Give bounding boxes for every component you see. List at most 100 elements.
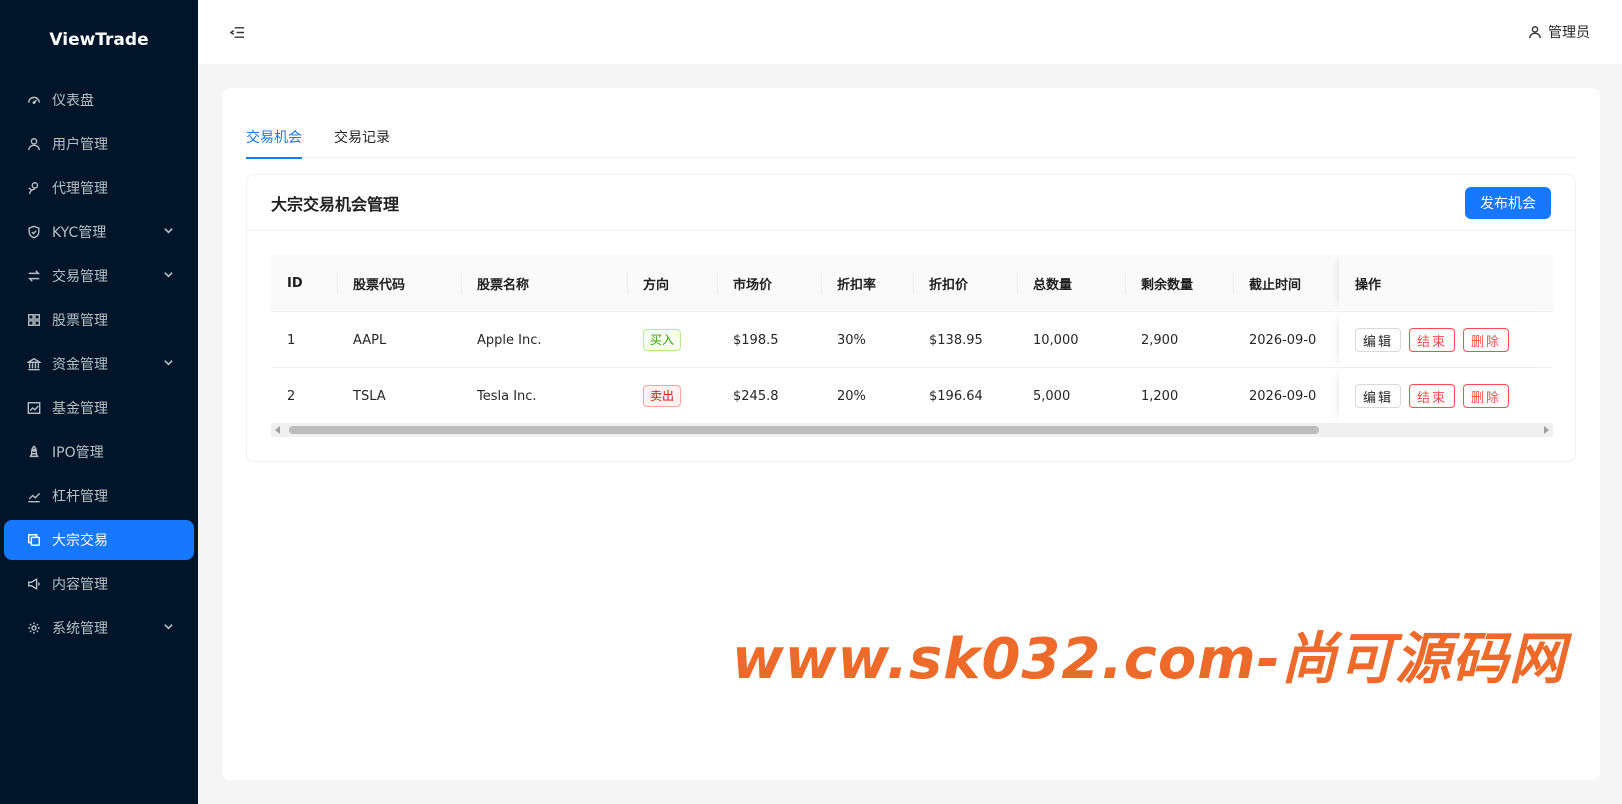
sidebar-item-10[interactable]: 大宗交易 [4,520,194,560]
cell-name: Apple Inc. [477,332,542,348]
cell-direction: 买入 [627,312,717,368]
opportunity-panel: 大宗交易机会管理 发布机会 ID 股票代码 股票名称 方向 市场价 折扣率 折扣… [246,174,1576,462]
opportunity-table: ID 股票代码 股票名称 方向 市场价 折扣率 折扣价 总数量 剩余数量 截止时… [271,255,1553,439]
swap-icon [26,268,42,284]
grid-icon [26,312,42,328]
sidebar-item-label: IPO管理 [52,445,104,461]
rocket-icon [26,444,42,460]
sidebar-item-12[interactable]: 系统管理 [4,608,194,648]
sidebar-item-label: 仪表盘 [52,93,94,109]
col-header-total-qty: 总数量 [1017,255,1125,311]
chevron-down-icon[interactable] [163,268,174,284]
cell-discount-rate: 30% [837,332,866,348]
sidebar-item-11[interactable]: 内容管理 [4,564,194,604]
sidebar-item-label: 基金管理 [52,401,108,417]
cell-direction: 卖出 [627,368,717,424]
sidebar-item-6[interactable]: 资金管理 [4,344,194,384]
user-name: 管理员 [1548,25,1590,41]
cell-code: TSLA [353,388,386,404]
col-header-id: ID [287,275,303,291]
sidebar-item-9[interactable]: 杠杆管理 [4,476,194,516]
delete-button[interactable]: 删除 [1463,384,1510,408]
cell-total-qty: 10,000 [1033,332,1079,348]
scroll-right-arrow-icon[interactable] [1539,423,1553,437]
sidebar-item-label: 代理管理 [52,181,108,197]
sidebar-item-0[interactable]: 仪表盘 [4,80,194,120]
edit-button[interactable]: 编辑 [1355,384,1402,408]
sidebar-item-2[interactable]: 代理管理 [4,168,194,208]
sidebar-item-5[interactable]: 股票管理 [4,300,194,340]
sidebar-item-3[interactable]: KYC管理 [4,212,194,252]
dashboard-icon [26,92,42,108]
sidebar-item-1[interactable]: 用户管理 [4,124,194,164]
cell-discount-rate: 20% [837,388,866,404]
user-icon [1529,26,1541,39]
tab-bar: 交易机会 交易记录 [246,116,1576,159]
col-header-deadline: 截止时间 [1233,255,1343,311]
direction-tag-sell: 卖出 [643,385,682,407]
chevron-down-icon[interactable] [163,356,174,372]
table-row: 1 AAPL Apple Inc. 买入 $198.5 30% $138.95 … [271,311,1553,368]
sidebar-item-label: 用户管理 [52,137,108,153]
scroll-left-arrow-icon[interactable] [271,423,285,437]
chevron-down-icon[interactable] [163,620,174,636]
publish-opportunity-button[interactable]: 发布机会 [1465,186,1551,219]
col-header-actions: 操作 [1339,255,1553,311]
cell-total-qty: 5,000 [1033,388,1071,404]
col-header-market-price: 市场价 [717,255,821,311]
delete-button[interactable]: 删除 [1463,328,1510,352]
cell-actions: 编辑 结束 删除 [1339,368,1553,424]
table-row: 2 TSLA Tesla Inc. 卖出 $245.8 20% $196.64 … [271,367,1553,424]
panel-title: 大宗交易机会管理 [271,194,400,214]
sidebar-item-label: 交易管理 [52,269,108,285]
col-header-direction: 方向 [627,255,717,311]
bank-icon [26,356,42,372]
sidebar-menu: 仪表盘用户管理代理管理 KYC管理交易管理股票管理 资金管理基金管理 IPO管理杠杆管… [0,80,198,648]
panel-header: 大宗交易机会管理 发布机会 [247,175,1575,231]
app-logo[interactable]: ViewTrade [0,0,198,80]
end-button[interactable]: 结束 [1409,384,1456,408]
cell-id: 2 [287,388,296,404]
cell-name: Tesla Inc. [477,388,537,404]
sidebar-item-label: 系统管理 [52,621,108,637]
sidebar-item-7[interactable]: 基金管理 [4,388,194,428]
sidebar: ViewTrade 仪表盘用户管理代理管理 KYC管理交易管理股票管理 资金管理基金… [0,0,198,804]
menu-fold-icon[interactable] [228,23,246,41]
copy-icon [26,532,42,548]
tab-records[interactable]: 交易记录 [334,116,390,158]
line-chart-icon [26,488,42,504]
edit-button[interactable]: 编辑 [1355,328,1402,352]
cell-code: AAPL [353,332,387,348]
cell-market-price: $198.5 [733,332,779,348]
user-icon [26,136,42,152]
col-header-code: 股票代码 [337,255,461,311]
cell-discount-price: $196.64 [929,388,983,404]
tab-opportunities[interactable]: 交易机会 [246,116,302,159]
table-header-row: ID 股票代码 股票名称 方向 市场价 折扣率 折扣价 总数量 剩余数量 截止时… [271,255,1553,311]
sidebar-item-label: 大宗交易 [52,533,108,549]
chevron-down-icon[interactable] [163,224,174,240]
col-header-discount-rate: 折扣率 [821,255,913,311]
end-button[interactable]: 结束 [1409,328,1456,352]
sidebar-item-label: 内容管理 [52,577,108,593]
user-menu[interactable]: 管理员 [1528,22,1590,42]
sidebar-item-8[interactable]: IPO管理 [4,432,194,472]
sidebar-item-4[interactable]: 交易管理 [4,256,194,296]
cell-remaining-qty: 2,900 [1141,332,1179,348]
watermark-text: www.sk032.com-尚可源码网 [732,627,1566,692]
sidebar-item-label: 杠杆管理 [52,489,108,505]
cell-deadline: 2026-09-0 [1249,332,1317,348]
col-header-discount-price: 折扣价 [913,255,1017,311]
notification-icon [26,576,42,592]
fund-chart-icon [26,400,42,416]
shield-icon [26,224,42,240]
cell-deadline: 2026-09-0 [1249,388,1317,404]
top-header: 管理员 [198,0,1622,64]
direction-tag-buy: 买入 [643,329,682,351]
col-header-name: 股票名称 [461,255,627,311]
cell-remaining-qty: 1,200 [1141,388,1179,404]
scroll-thumb[interactable] [289,426,1319,434]
setting-icon [26,620,42,636]
agent-icon [26,180,42,196]
horizontal-scrollbar[interactable] [271,423,1553,437]
